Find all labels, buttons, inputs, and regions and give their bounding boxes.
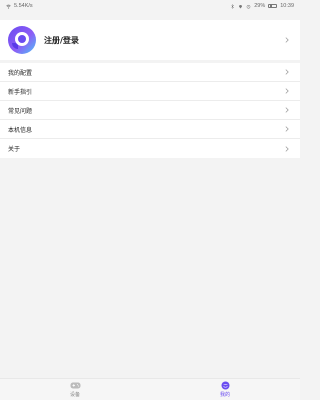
tab-mine[interactable]: 我的	[185, 381, 265, 398]
network-speed: 5.54K/s	[14, 3, 33, 9]
menu-item-label: 关于	[8, 146, 21, 153]
tab-label: 设备	[69, 392, 80, 398]
app-logo-icon	[8, 26, 36, 54]
menu-item-beginner-guide[interactable]: 新手指引	[0, 82, 300, 101]
status-bar: 5.54K/s 29% 10:39	[0, 0, 300, 12]
status-right: 29% 10:39	[230, 3, 294, 9]
menu-item-label: 新手指引	[8, 88, 33, 96]
menu-item-device-info[interactable]: 本机信息	[0, 120, 300, 139]
bottom-tab-bar: 设备 我的	[0, 378, 300, 400]
tab-label: 我的	[219, 392, 230, 398]
chevron-right-icon	[285, 37, 289, 43]
battery-percent: 29%	[254, 3, 266, 9]
chevron-right-icon	[285, 88, 289, 94]
login-register-label: 注册/登录	[44, 35, 79, 45]
avatar-inner	[15, 32, 29, 46]
chevron-right-icon	[285, 69, 289, 75]
status-left: 5.54K/s	[6, 3, 33, 9]
menu-item-faq[interactable]: 常见问题	[0, 101, 300, 120]
gamepad-icon	[70, 382, 80, 389]
profile-face-icon	[221, 381, 229, 390]
settings-menu: 我的配置 新手指引 常见问题 本机信息 关于	[0, 63, 300, 158]
menu-item-label: 我的配置	[8, 69, 33, 77]
bluetooth-icon	[231, 3, 235, 9]
wifi-icon	[6, 4, 11, 9]
menu-item-label: 常见问题	[8, 107, 33, 115]
chevron-right-icon	[285, 145, 289, 152]
tab-devices[interactable]: 设备	[35, 381, 115, 398]
clock: 10:39	[280, 3, 294, 9]
login-register-row[interactable]: 注册/登录	[0, 20, 300, 60]
location-icon	[239, 4, 243, 8]
chevron-right-icon	[285, 126, 289, 132]
menu-item-label: 本机信息	[8, 126, 33, 134]
chevron-right-icon	[285, 107, 289, 113]
battery-icon	[268, 3, 278, 9]
menu-item-about[interactable]: 关于	[0, 139, 300, 158]
menu-item-my-config[interactable]: 我的配置	[0, 63, 300, 82]
alarm-icon	[246, 4, 251, 9]
